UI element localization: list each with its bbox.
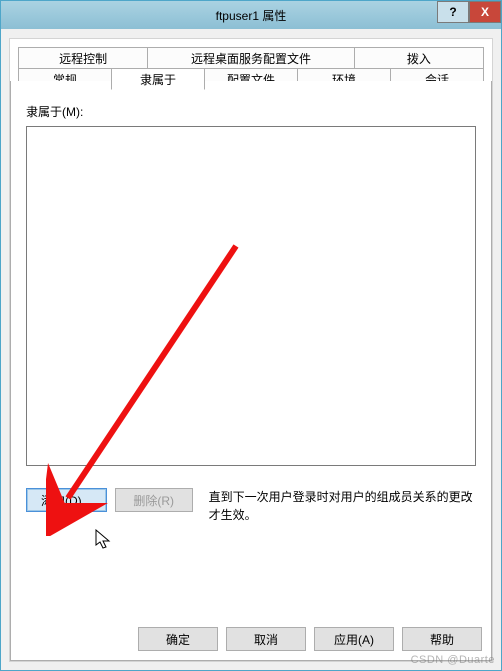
- tab-label: 远程桌面服务配置文件: [191, 50, 311, 67]
- window-title: ftpuser1 属性: [1, 7, 501, 24]
- tab-row-top: 远程控制 远程桌面服务配置文件 拨入: [18, 47, 484, 69]
- button-label: 帮助: [430, 631, 454, 648]
- titlebar: ftpuser1 属性 ? X: [1, 1, 501, 29]
- memberof-label: 隶属于(M):: [26, 103, 476, 120]
- close-button[interactable]: X: [469, 1, 501, 23]
- tab-dialin[interactable]: 拨入: [354, 47, 484, 69]
- close-icon: X: [481, 5, 489, 19]
- hint-text: 直到下一次用户登录时对用户的组成员关系的更改才生效。: [209, 488, 476, 524]
- button-label: 删除(R): [133, 492, 174, 509]
- dialog-body: 远程控制 远程桌面服务配置文件 拨入 常规 隶属于 配置文件 环境 会话 隶属于…: [9, 38, 493, 662]
- groups-listbox[interactable]: [26, 126, 476, 466]
- help-dialog-button[interactable]: 帮助: [402, 627, 482, 651]
- button-label: 应用(A): [334, 631, 374, 648]
- add-button[interactable]: 添加(D)...: [26, 488, 107, 512]
- tab-rds-profile[interactable]: 远程桌面服务配置文件: [147, 47, 354, 69]
- properties-dialog: ftpuser1 属性 ? X 远程控制 远程桌面服务配置文件 拨入 常规 隶属…: [0, 0, 502, 671]
- watermark: CSDN @Duarte: [411, 654, 495, 666]
- button-label: 添加(D)...: [41, 492, 92, 509]
- tab-remote-control[interactable]: 远程控制: [18, 47, 148, 69]
- footer-row: 添加(D)... 删除(R) 直到下一次用户登录时对用户的组成员关系的更改才生效…: [26, 488, 476, 524]
- tab-label: 远程控制: [59, 50, 107, 67]
- cancel-button[interactable]: 取消: [226, 627, 306, 651]
- tab-memberof[interactable]: 隶属于: [111, 68, 205, 90]
- tab-content: 隶属于(M): 添加(D)... 删除(R) 直到下一次用户登录时对用户的组成员…: [10, 81, 492, 661]
- help-icon: ?: [449, 5, 456, 19]
- tab-label: 隶属于: [140, 71, 176, 88]
- button-label: 确定: [166, 631, 190, 648]
- titlebar-buttons: ? X: [437, 1, 501, 23]
- apply-button[interactable]: 应用(A): [314, 627, 394, 651]
- tab-label: 拨入: [407, 50, 431, 67]
- remove-button[interactable]: 删除(R): [115, 488, 193, 512]
- dialog-button-bar: 确定 取消 应用(A) 帮助: [138, 627, 482, 651]
- help-button[interactable]: ?: [437, 1, 469, 23]
- ok-button[interactable]: 确定: [138, 627, 218, 651]
- button-label: 取消: [254, 631, 278, 648]
